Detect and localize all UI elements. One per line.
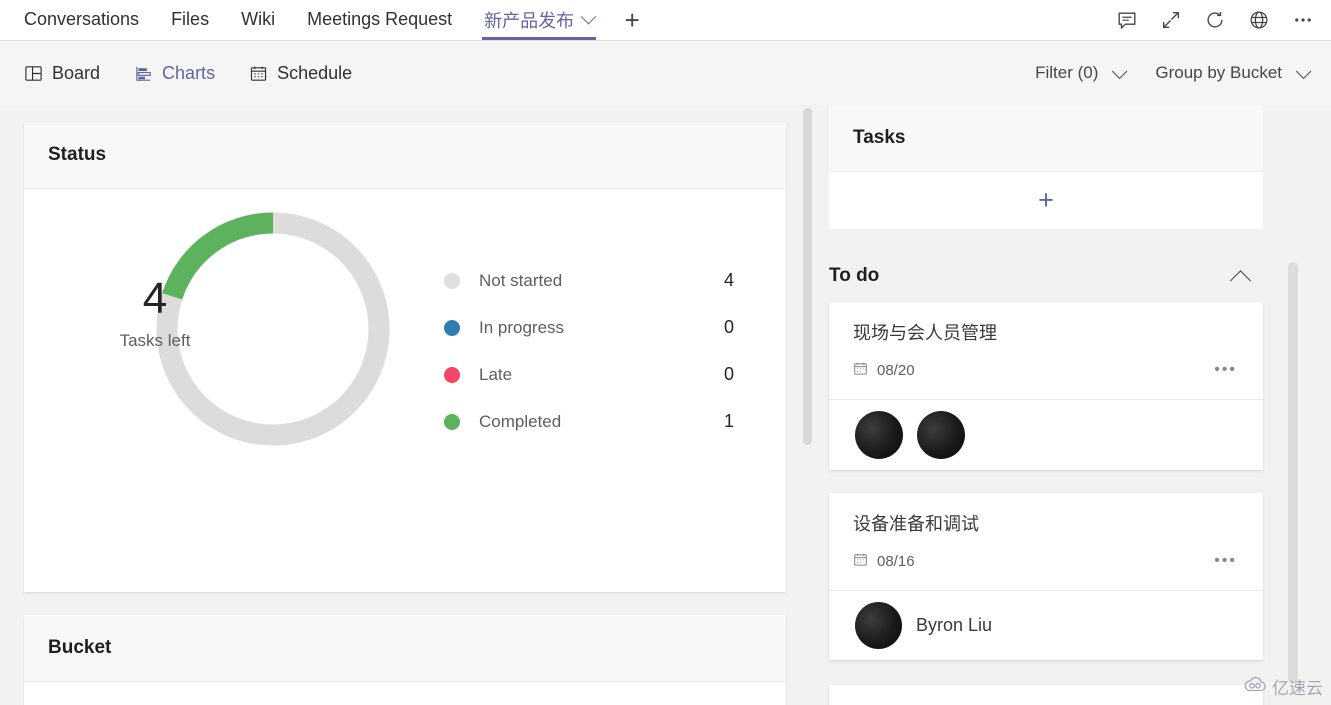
- legend-value: 1: [723, 411, 734, 431]
- view-label: Charts: [162, 62, 216, 83]
- charts-scrollbar-thumb[interactable]: [803, 108, 812, 445]
- chevron-up-icon: [1229, 269, 1251, 291]
- tasks-panel-title: Tasks: [829, 105, 1263, 172]
- legend-color-dot: [444, 272, 460, 289]
- task-card[interactable]: [829, 685, 1263, 705]
- command-bar: Board Charts Schedule Filter (0) Group b…: [0, 41, 1331, 105]
- tab-conversations[interactable]: Conversations: [0, 0, 155, 40]
- view-board[interactable]: Board: [24, 63, 100, 84]
- legend-row[interactable]: Completed 1: [444, 398, 734, 445]
- tab-label: Wiki: [241, 9, 276, 29]
- chevron-down-icon: [1295, 63, 1312, 79]
- task-more-button[interactable]: •••: [1206, 548, 1245, 574]
- legend-color-dot: [444, 319, 460, 336]
- command-bar-filters: Filter (0) Group by Bucket: [1035, 63, 1331, 83]
- task-card[interactable]: 现场与会人员管理 08/20 •••: [829, 302, 1263, 471]
- tasks-column: Tasks + To do 现场与会人员管理 08/20 ••• 设备准备和调试…: [820, 105, 1331, 705]
- tasks-left-label: Tasks left: [119, 331, 191, 350]
- task-date-text: 08/16: [877, 552, 915, 570]
- bucket-chart-card: Bucket: [24, 615, 786, 705]
- plus-icon: +: [624, 4, 640, 35]
- legend-row[interactable]: Late 0: [444, 351, 734, 398]
- legend-label: In progress: [479, 317, 565, 337]
- tab-label: Meetings Request: [307, 9, 453, 29]
- task-title: 现场与会人员管理: [853, 323, 997, 343]
- tab-meetings-request[interactable]: Meetings Request: [291, 0, 468, 40]
- task-meta: 08/16 •••: [829, 536, 1263, 590]
- tab-bar-actions: [1105, 0, 1331, 40]
- bucket-card-body: [24, 682, 786, 705]
- tab-label: Files: [171, 9, 210, 29]
- view-label: Board: [52, 62, 101, 83]
- tab-bar: Conversations Files Wiki Meetings Reques…: [0, 0, 1331, 41]
- donut-center-label: 4 Tasks left: [36, 195, 274, 433]
- chat-icon[interactable]: [1105, 0, 1149, 40]
- task-assignees: [829, 399, 1263, 470]
- schedule-icon: [249, 64, 268, 83]
- task-due-date: 08/20: [853, 361, 915, 380]
- charts-column: Status 4 Tasks left Not started 4 In progr…: [0, 105, 817, 705]
- filter-label: Filter (0): [1035, 63, 1099, 82]
- calendar-icon: [853, 361, 868, 380]
- task-date-text: 08/20: [877, 361, 915, 379]
- view-switcher: Board Charts Schedule: [0, 63, 352, 84]
- status-card-title: Status: [24, 122, 786, 189]
- legend-label: Completed: [479, 411, 562, 431]
- group-by-label: Group by Bucket: [1155, 63, 1282, 82]
- tasks-left-count: 4: [142, 274, 168, 323]
- bucket-name: To do: [829, 265, 880, 286]
- tab-label: Conversations: [24, 9, 140, 29]
- task-meta: 08/20 •••: [829, 345, 1263, 399]
- view-label: Schedule: [277, 62, 353, 83]
- bucket-card-title: Bucket: [24, 615, 786, 682]
- avatar[interactable]: [855, 602, 902, 650]
- chevron-down-icon[interactable]: [580, 8, 597, 25]
- task-due-date: 08/16: [853, 552, 915, 571]
- task-card[interactable]: 设备准备和调试 08/16 ••• Byron Liu: [829, 493, 1263, 661]
- charts-icon: [134, 64, 153, 83]
- legend-label: Late: [479, 364, 513, 384]
- legend-label: Not started: [479, 270, 563, 290]
- avatar[interactable]: [855, 411, 903, 460]
- legend-value: 0: [723, 317, 734, 337]
- tasks-scrollbar-thumb[interactable]: [1288, 262, 1298, 683]
- tab-wiki[interactable]: Wiki: [225, 0, 291, 40]
- avatar[interactable]: [917, 411, 965, 460]
- legend-row[interactable]: Not started 4: [444, 257, 734, 304]
- content-area: Status 4 Tasks left Not started 4 In progr…: [0, 105, 1331, 705]
- expand-icon[interactable]: [1149, 0, 1193, 40]
- more-icon[interactable]: [1281, 0, 1325, 40]
- legend-value: 4: [723, 270, 734, 290]
- tab-list: Conversations Files Wiki Meetings Reques…: [0, 0, 654, 40]
- status-chart-card: Status 4 Tasks left Not started 4 In progr…: [24, 122, 786, 592]
- add-tab-button[interactable]: +: [610, 0, 654, 40]
- legend-color-dot: [444, 413, 460, 430]
- tab-files[interactable]: Files: [155, 0, 225, 40]
- legend-color-dot: [444, 366, 460, 383]
- chevron-down-icon: [1112, 63, 1128, 79]
- filter-dropdown[interactable]: Filter (0): [1035, 63, 1128, 83]
- refresh-icon[interactable]: [1193, 0, 1237, 40]
- legend-value: 0: [723, 364, 734, 384]
- task-more-button[interactable]: •••: [1206, 357, 1245, 383]
- board-icon: [24, 64, 43, 83]
- calendar-icon: [853, 552, 868, 571]
- status-legend: Not started 4 In progress 0 Late 0 Completed 1: [444, 257, 734, 445]
- add-task-button[interactable]: +: [829, 172, 1263, 229]
- assignee-name: Byron Liu: [916, 615, 993, 636]
- plus-icon: +: [1038, 185, 1054, 215]
- bucket-header: To do: [829, 253, 1263, 299]
- group-by-dropdown[interactable]: Group by Bucket: [1155, 63, 1312, 83]
- globe-icon[interactable]: [1237, 0, 1281, 40]
- status-card-body: 4 Tasks left Not started 4 In progress 0 Lat…: [24, 189, 786, 592]
- task-title: 设备准备和调试: [853, 514, 979, 534]
- view-charts[interactable]: Charts: [134, 63, 215, 84]
- task-assignees: Byron Liu: [829, 590, 1263, 660]
- collapse-bucket-button[interactable]: [1223, 259, 1257, 293]
- tab-label: 新产品发布: [484, 10, 575, 31]
- tab-new-product-release[interactable]: 新产品发布: [468, 0, 610, 40]
- legend-row[interactable]: In progress 0: [444, 304, 734, 351]
- view-schedule[interactable]: Schedule: [249, 63, 352, 84]
